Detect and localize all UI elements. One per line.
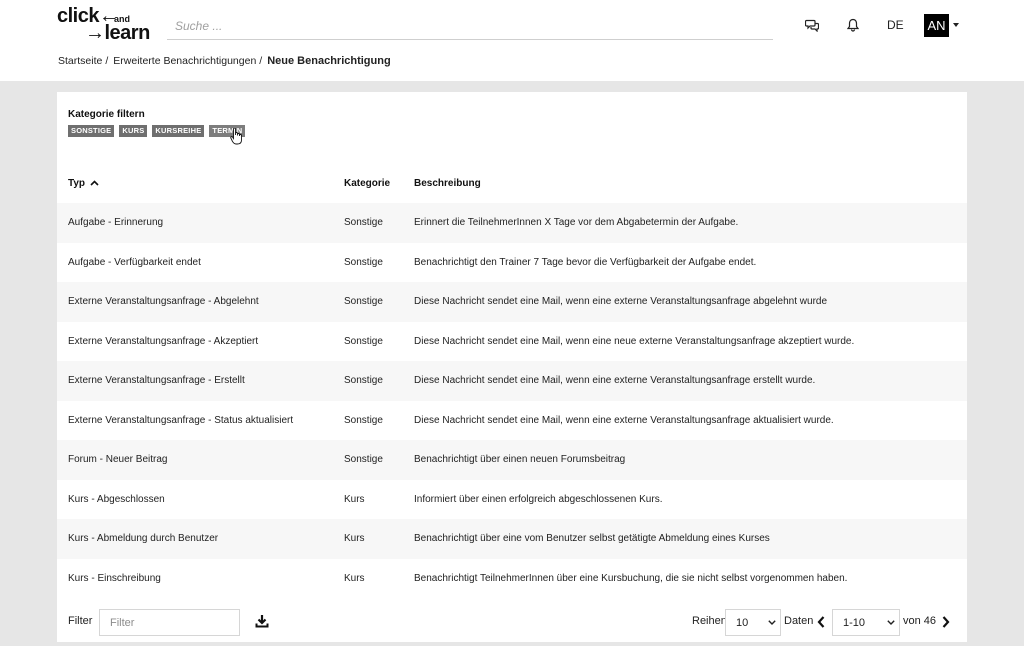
cell-kategorie: Sonstige [344, 296, 383, 308]
breadcrumb-advanced-notifications[interactable]: Erweiterte Benachrichtigungen [113, 55, 256, 67]
table-row[interactable]: Externe Veranstaltungsanfrage - Erstellt… [57, 361, 967, 401]
cell-typ: Aufgabe - Erinnerung [68, 217, 164, 229]
table-row[interactable]: Externe Veranstaltungsanfrage - Status a… [57, 400, 967, 440]
chevron-down-icon [768, 620, 776, 625]
table-row[interactable]: Aufgabe - Erinnerung Sonstige Erinnert die… [57, 203, 967, 243]
cell-typ: Externe Veranstaltungsanfrage - Status a… [68, 414, 294, 426]
table-row[interactable]: Kurs - Abmeldung durch Benutzer Kurs Benac… [57, 519, 967, 559]
cell-typ: Aufgabe - Verfügbarkeit endet [68, 256, 201, 268]
cell-beschreibung: Benachrichtigt über eine vom Benutzer se… [414, 533, 770, 545]
filter-chip-sonstige[interactable]: SONSTIGE [68, 125, 115, 137]
data-label: Daten [784, 615, 814, 627]
category-filter-title: Kategorie filtern [68, 109, 145, 120]
cell-kategorie: Kurs [344, 493, 365, 505]
breadcrumb-separator: / [259, 55, 263, 67]
cell-beschreibung: Diese Nachricht sendet eine Mail, wenn e… [414, 375, 816, 387]
chat-bubbles-icon[interactable] [803, 16, 821, 34]
filter-label: Filter [68, 615, 93, 627]
cell-beschreibung: Informiert über einen erfolgreich abgesc… [414, 493, 663, 505]
cell-beschreibung: Diese Nachricht sendet eine Mail, wenn e… [414, 335, 855, 347]
cell-beschreibung: Diese Nachricht sendet eine Mail, wenn e… [414, 296, 828, 308]
notification-types-card: Kategorie filtern SONSTIGE KURS KURSREIH… [57, 92, 967, 642]
logo-line2: →learn [85, 22, 150, 44]
table-filter-input[interactable] [99, 609, 240, 636]
cell-typ: Forum - Neuer Beitrag [68, 454, 168, 466]
table-header-row: Typ Kategorie Beschreibung [57, 163, 967, 203]
bell-icon[interactable] [844, 16, 862, 34]
cell-typ: Kurs - Abgeschlossen [68, 493, 165, 505]
breadcrumb-home[interactable]: Startseite [58, 55, 102, 67]
table-row[interactable]: Kurs - Abgeschlossen Kurs Informiert über … [57, 479, 967, 519]
hand-pointer-cursor-icon [230, 128, 242, 145]
rows-per-page-select[interactable]: 10 [725, 609, 781, 636]
table-row[interactable]: Externe Veranstaltungsanfrage - Abgelehn… [57, 282, 967, 322]
cell-typ: Externe Veranstaltungsanfrage - Abgelehn… [68, 296, 259, 308]
breadcrumb-separator: / [105, 55, 109, 67]
column-header-kategorie[interactable]: Kategorie [344, 163, 414, 203]
user-avatar[interactable]: AN [924, 14, 949, 37]
cell-typ: Kurs - Einschreibung [68, 572, 161, 584]
category-filter-chips: SONSTIGE KURS KURSREIHE TERMIN [68, 125, 246, 137]
filter-chip-kurs[interactable]: KURS [119, 125, 148, 137]
cell-typ: Kurs - Abmeldung durch Benutzer [68, 533, 219, 545]
cell-beschreibung: Benachrichtigt TeilnehmerInnen über eine… [414, 572, 848, 584]
next-page-icon[interactable] [942, 616, 950, 628]
cell-kategorie: Kurs [344, 533, 365, 545]
rows-per-page-value: 10 [736, 616, 749, 629]
cell-kategorie: Sonstige [344, 256, 383, 268]
sort-ascending-icon[interactable] [90, 180, 99, 186]
cell-typ: Externe Veranstaltungsanfrage - Akzeptie… [68, 335, 259, 347]
page-range-value: 1-10 [843, 616, 866, 629]
cell-kategorie: Kurs [344, 572, 365, 584]
cell-kategorie: Sonstige [344, 375, 383, 387]
cell-kategorie: Sonstige [344, 454, 383, 466]
click-and-learn-logo[interactable]: click← and →learn [57, 6, 150, 44]
table-row[interactable]: Aufgabe - Verfügbarkeit endet Sonstige Ben… [57, 242, 967, 282]
top-bar: click← and →learn DE AN Startseite / Erw… [0, 0, 1024, 81]
column-header-beschreibung[interactable]: Beschreibung [414, 163, 967, 203]
cell-typ: Externe Veranstaltungsanfrage - Erstellt [68, 375, 245, 387]
cell-beschreibung: Diese Nachricht sendet eine Mail, wenn e… [414, 414, 834, 426]
cell-beschreibung: Benachrichtigt über einen neuen Forumsbe… [414, 454, 626, 466]
breadcrumb-current: Neue Benachrichtigung [267, 55, 391, 67]
table-row[interactable]: Externe Veranstaltungsanfrage - Akzeptie… [57, 321, 967, 361]
table-row[interactable]: Kurs - Einschreibung Kurs Benachrichtigt T… [57, 558, 967, 598]
language-switcher[interactable]: DE [887, 18, 904, 32]
table-footer: Filter Reihen 10 Daten 1-10 von 46 [57, 597, 967, 642]
rows-per-page-label: Reihen [692, 615, 727, 627]
cell-beschreibung: Benachrichtigt den Trainer 7 Tage bevor … [414, 256, 757, 268]
cell-kategorie: Sonstige [344, 217, 383, 229]
previous-page-icon[interactable] [817, 616, 825, 628]
filter-chip-kursreihe[interactable]: KURSREIHE [152, 125, 205, 137]
notification-types-table: Typ Kategorie Beschreibung Aufgabe - Eri… [57, 163, 967, 598]
search-bar [167, 14, 773, 40]
breadcrumb: Startseite / Erweiterte Benachrichtigung… [58, 55, 391, 67]
table-row[interactable]: Forum - Neuer Beitrag Sonstige Benachricht… [57, 440, 967, 480]
cell-kategorie: Sonstige [344, 335, 383, 347]
chevron-down-icon [887, 620, 895, 625]
cell-beschreibung: Erinnert die TeilnehmerInnen X Tage vor … [414, 217, 739, 229]
column-header-typ[interactable]: Typ [57, 163, 344, 203]
user-menu-caret-icon[interactable] [953, 23, 959, 27]
cell-kategorie: Sonstige [344, 414, 383, 426]
search-input[interactable] [167, 14, 773, 38]
download-icon[interactable] [255, 614, 269, 628]
page-range-select[interactable]: 1-10 [832, 609, 900, 636]
total-count-label: von 46 [903, 615, 937, 627]
